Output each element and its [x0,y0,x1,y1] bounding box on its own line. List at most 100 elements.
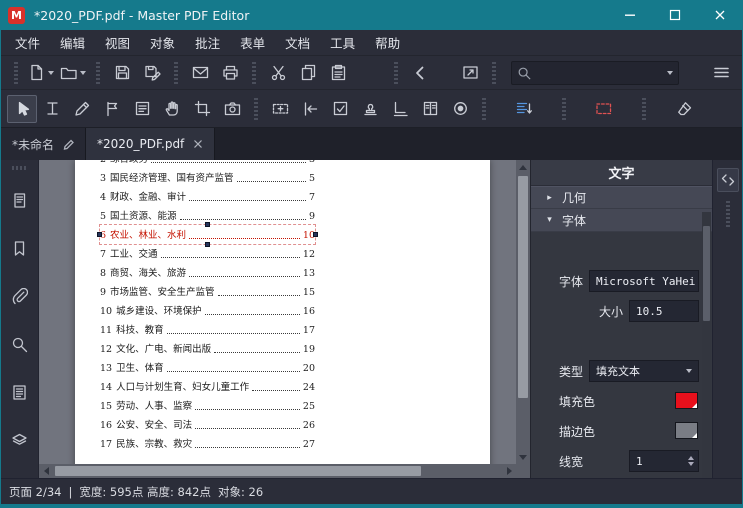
toc-line[interactable]: 16公安、安全、司法26 [100,415,315,434]
tab-2020-pdf[interactable]: *2020_PDF.pdf [86,128,215,160]
page-thumbnails-button[interactable] [5,185,35,215]
menu-form[interactable]: 表单 [230,30,275,55]
dock-drag-handle[interactable] [726,201,730,227]
toc-line[interactable]: 13卫生、体育20 [100,358,315,377]
pdf-viewport[interactable]: 2综合政务33国民经济管理、国有资产监管54财政、金融、审计75国土资源、能源9… [39,160,516,464]
toc-line[interactable]: 7工业、交通12 [100,244,315,263]
vertical-scrollbar[interactable] [516,160,530,464]
attachments-button[interactable] [5,281,35,311]
section-geometry[interactable]: ▸ 几何 [531,186,712,209]
layers-button[interactable] [5,425,35,455]
save-as-button[interactable] [137,59,167,87]
toolbar-drag-handle[interactable] [562,98,566,120]
font-family-field[interactable]: Microsoft YaHei [589,270,699,292]
vertical-scroll-thumb[interactable] [518,176,528,398]
scroll-up-button[interactable] [516,160,530,174]
copy-button[interactable] [293,59,323,87]
menu-annotate[interactable]: 批注 [185,30,230,55]
toc-line[interactable]: 12文化、广电、新闻出版19 [100,339,315,358]
dashed-selection-tool-button[interactable] [589,95,619,123]
toc-line[interactable]: 17民族、宗教、救灾27 [100,434,315,453]
search-input[interactable] [531,66,664,80]
toc-line[interactable]: 11科技、教育17 [100,320,315,339]
edit-pencil-icon[interactable] [63,139,74,150]
toolbar-drag-handle[interactable] [252,62,256,84]
toc-line[interactable]: 6农业、林业、水利10 [100,225,315,244]
menu-tools[interactable]: 工具 [320,30,365,55]
bookmarks-button[interactable] [5,233,35,263]
sidebar-drag-handle[interactable] [12,166,28,170]
menu-help[interactable]: 帮助 [365,30,410,55]
font-size-field[interactable]: 10.5 [629,300,699,322]
selection-handle[interactable] [205,222,210,227]
scroll-right-button[interactable] [502,464,516,478]
toc-line[interactable]: 10城乡建设、环境保护16 [100,301,315,320]
horizontal-scroll-thumb[interactable] [55,466,421,476]
menu-document[interactable]: 文档 [275,30,320,55]
toc-line[interactable]: 3国民经济管理、国有资产监管5 [100,168,315,187]
selection-handle[interactable] [97,232,102,237]
select-flag-tool-button[interactable] [97,95,127,123]
toc-line[interactable]: 14人口与计划生育、妇女儿童工作24 [100,377,315,396]
toc-line[interactable]: 8商贸、海关、旅游13 [100,263,315,282]
section-font[interactable]: ▾ 字体 [531,209,712,232]
paste-button[interactable] [323,59,353,87]
close-icon[interactable] [193,139,203,149]
toolbar-drag-handle[interactable] [174,62,178,84]
menu-view[interactable]: 视图 [95,30,140,55]
eraser-tool-button[interactable] [669,95,699,123]
line-width-spinner[interactable]: 1 [629,450,699,472]
expand-view-button[interactable] [455,59,485,87]
panel-scroll-thumb[interactable] [703,226,710,321]
menu-file[interactable]: 文件 [5,30,50,55]
toolbar-drag-handle[interactable] [14,62,18,84]
toolbar-drag-handle[interactable] [482,98,486,120]
tab-order-tool-button[interactable] [295,95,325,123]
close-button[interactable] [697,0,742,30]
horizontal-scrollbar[interactable] [39,464,516,478]
radio-button-tool-button[interactable] [445,95,475,123]
toolbar-drag-handle[interactable] [96,62,100,84]
toolbar-menu-button[interactable] [706,59,736,87]
email-button[interactable] [185,59,215,87]
title-bar[interactable]: M *2020_PDF.pdf - Master PDF Editor [1,0,742,30]
hand-tool-button[interactable] [157,95,187,123]
stamp-tool-button[interactable] [355,95,385,123]
stroke-color-swatch[interactable] [675,422,698,439]
tab-untitled[interactable]: *未命名 [1,128,86,160]
add-text-field-tool-button[interactable] [265,95,295,123]
back-button[interactable] [405,59,435,87]
panel-scrollbar[interactable] [702,212,711,478]
scroll-down-button[interactable] [516,450,530,464]
open-file-button[interactable] [57,59,89,87]
pdf-view-area[interactable]: 2综合政务33国民经济管理、国有资产监管54财政、金融、审计75国土资源、能源9… [39,160,530,478]
toc-line[interactable]: 15劳动、人事、监察25 [100,396,315,415]
menu-object[interactable]: 对象 [140,30,185,55]
search-panel-button[interactable] [5,329,35,359]
list-columns-tool-button[interactable] [415,95,445,123]
toolbar-drag-handle[interactable] [492,62,496,84]
edit-object-tool-button[interactable] [67,95,97,123]
pdf-page[interactable]: 2综合政务33国民经济管理、国有资产监管54财政、金融、审计75国土资源、能源9… [75,160,490,464]
new-file-button[interactable] [25,59,57,87]
minimize-button[interactable] [607,0,652,30]
toggle-panels-button[interactable] [717,168,739,192]
toc-line[interactable]: 4财政、金融、审计7 [100,187,315,206]
print-button[interactable] [215,59,245,87]
form-list-tool-button[interactable] [127,95,157,123]
toolbar-drag-handle[interactable] [642,98,646,120]
line-spacing-tool-button[interactable] [509,95,539,123]
scroll-left-button[interactable] [39,464,53,478]
cut-button[interactable] [263,59,293,87]
form-fields-button[interactable] [5,377,35,407]
fill-color-swatch[interactable] [675,392,698,409]
edit-text-tool-button[interactable] [37,95,67,123]
menu-edit[interactable]: 编辑 [50,30,95,55]
checkbox-tool-button[interactable] [325,95,355,123]
save-button[interactable] [107,59,137,87]
fill-type-dropdown[interactable]: 填充文本 [589,360,699,382]
crop-tool-button[interactable] [187,95,217,123]
selection-handle[interactable] [313,232,318,237]
toolbar-drag-handle[interactable] [394,62,398,84]
toolbar-drag-handle[interactable] [254,98,258,120]
